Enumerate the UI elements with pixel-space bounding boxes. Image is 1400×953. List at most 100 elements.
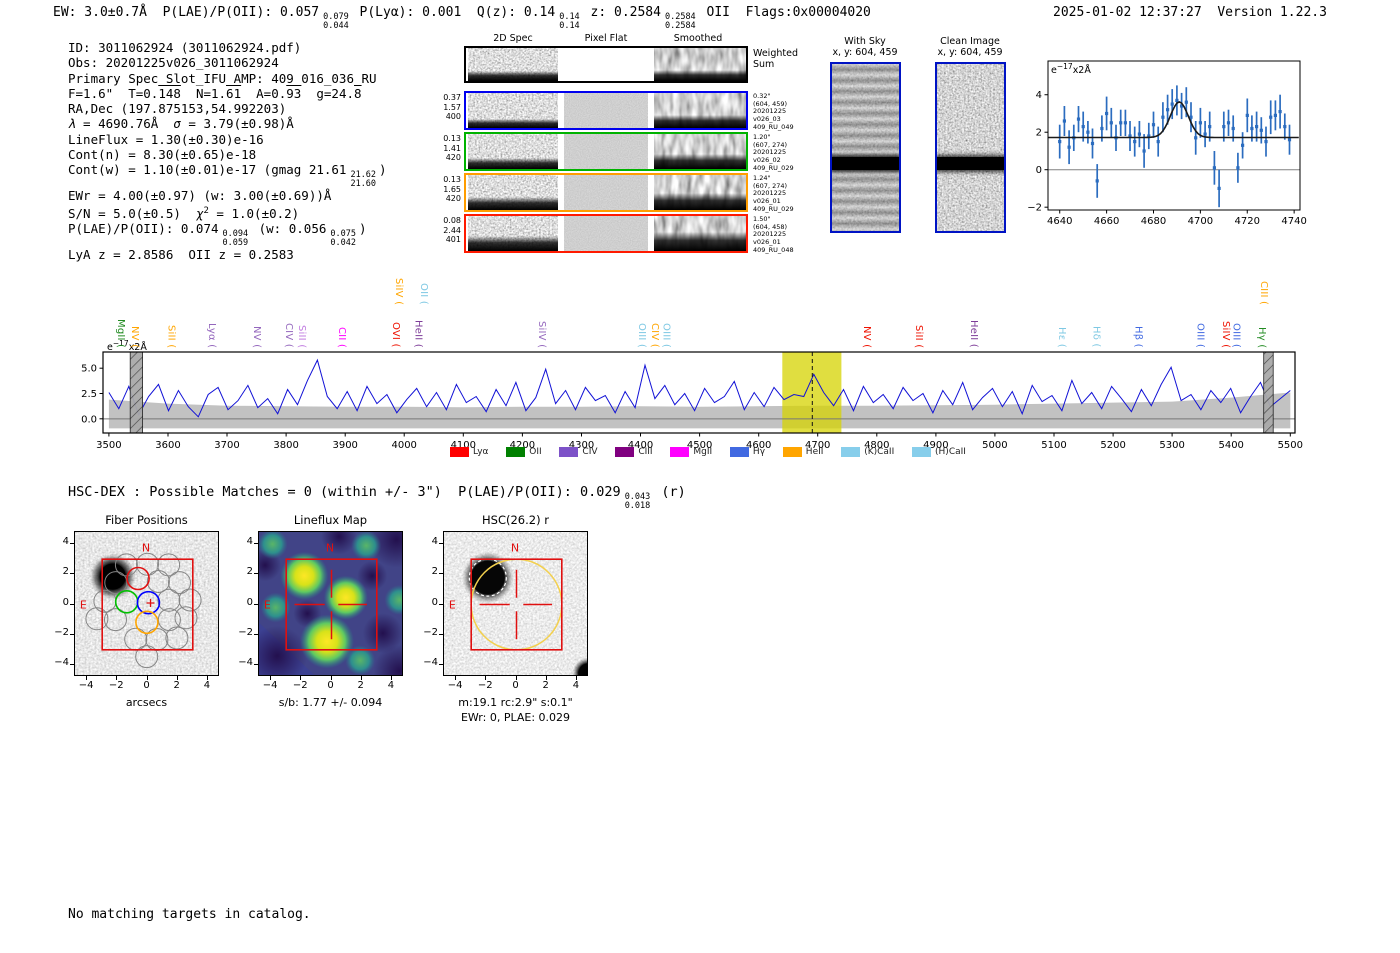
x-tick-label: 2 (357, 680, 364, 691)
svg-text:5300: 5300 (1159, 440, 1184, 451)
stacked-uncertainty: 0.079 0.044 (323, 12, 349, 31)
stacked-uncertainty: 0.043 0.018 (624, 492, 651, 511)
line-label: SiII ( (296, 324, 308, 348)
x-tick-label: −2 (477, 680, 493, 691)
svg-text:5500: 5500 (1278, 440, 1303, 451)
fiber-circle (165, 626, 189, 650)
fiber-circle (168, 571, 191, 595)
twod-row-left-labels: 0.08 2.44 401 (443, 216, 461, 245)
line-label: CIII ( (1257, 280, 1269, 305)
legend-swatch (841, 447, 861, 457)
legend-label: (K)CaII (864, 447, 895, 457)
corner-source-blob (572, 657, 587, 675)
twod-row (464, 46, 748, 83)
twod-row-left-labels: 0.37 1.57 400 (443, 93, 461, 122)
legend-item: Lyα (450, 447, 488, 457)
twod-cutout-title: Clean Image x, y: 604, 459 (937, 36, 1003, 58)
y-tick-label: 4 (246, 536, 253, 548)
fiber-circle (135, 645, 159, 669)
legend-label: MgII (693, 447, 713, 457)
legend-item: Hγ (729, 447, 766, 457)
y-tick-label: −2 (54, 626, 69, 638)
catalog-footer-note: No matching targets in catalog. Row inte… (68, 876, 311, 953)
legend-swatch (450, 447, 469, 457)
legend-swatch (912, 447, 932, 457)
report-timestamp-version: 2025-01-02 12:37:27 Version 1.22.3 (1053, 5, 1327, 20)
hsc-image-plot: NE (449, 542, 587, 675)
twod-cell (564, 48, 648, 81)
line-label: OIII ( (1194, 323, 1206, 348)
legend-swatch (670, 447, 690, 457)
inset-line-fit-chart: 4640 4660 4680 4700 4720 4740 −2 0 2 4 e−17x2Å (1020, 48, 1322, 236)
x-tick-label: 2 (173, 680, 180, 691)
svg-text:4740: 4740 (1281, 216, 1306, 227)
legend-item: MgII (670, 447, 712, 457)
info-line: ID: 3011062924 (3011062924.pdf) (68, 40, 302, 55)
legend-item: (K)CaII (841, 447, 894, 457)
svg-text:4660: 4660 (1094, 216, 1119, 227)
hsc-dex-match-line: HSC-DEX : Possible Matches = 0 (within +… (68, 484, 686, 511)
info-line: LyA z = 2.8586 OII z = 0.2583 (68, 247, 294, 263)
twod-cell (654, 175, 746, 210)
legend-swatch (615, 447, 635, 457)
svg-text:0.0: 0.0 (81, 414, 97, 425)
line-label: OIII ( (635, 323, 647, 348)
legend-label: Hγ (752, 447, 766, 457)
svg-text:2: 2 (1036, 128, 1042, 139)
center-plus-marker (146, 598, 155, 607)
masked-band (1263, 351, 1274, 434)
line-label: SiII ( (165, 324, 177, 348)
twod-row (464, 132, 748, 171)
fiber-panel-title: Fiber Positions (105, 513, 188, 527)
twod-row-left-labels: 0.13 1.65 420 (443, 175, 461, 204)
object-trace-band (937, 157, 1004, 170)
high-flux-blob (299, 614, 354, 669)
masked-band (129, 351, 143, 434)
twod-row-right-labels: 0.32" (604, 459) 20201225 v026_03 409_RU_049 (753, 92, 794, 131)
y-tick-label: 0 (62, 596, 69, 608)
line-label: Hγ ( (1256, 326, 1268, 348)
svg-text:4640: 4640 (1047, 216, 1072, 227)
twod-row (464, 214, 748, 253)
info-line: F=1.6" T=0.148 N=1.61 A=0.93 g=24.8 (68, 85, 362, 101)
svg-text:4720: 4720 (1235, 216, 1260, 227)
detection-info-block: ID: 3011062924 (3011062924.pdf) Obs: 2020… (68, 40, 387, 262)
flux-units-label: e−17x2Å (107, 340, 147, 353)
y-tick-label: 2 (62, 566, 69, 578)
north-label: N (142, 542, 150, 555)
legend-item: CIV (559, 447, 598, 457)
stacked-uncertainty: 0.094 0.059 (222, 229, 249, 248)
legend-label: CIII (638, 447, 653, 457)
fiber-positions-panel: NE (74, 531, 219, 676)
svg-text:3800: 3800 (273, 440, 298, 451)
svg-text:5400: 5400 (1218, 440, 1243, 451)
line-label: MgII ( (114, 318, 126, 348)
legend-swatch (506, 447, 526, 457)
y-tick-label: −2 (238, 626, 253, 638)
twod-col-header: 2D Spec (493, 33, 533, 44)
legend-label: CIV (582, 447, 598, 457)
fiber-positions-plot: NE (80, 542, 202, 669)
svg-text:4680: 4680 (1141, 216, 1166, 227)
stacked-uncertainty: 21.62 21.60 (350, 170, 377, 189)
x-tick-label: 4 (203, 680, 211, 691)
twod-cell (564, 93, 648, 128)
east-label: E (449, 598, 456, 611)
legend-item: CIII (615, 447, 653, 457)
svg-text:5.0: 5.0 (81, 364, 97, 375)
x-tick-label: −4 (262, 680, 278, 691)
svg-text:4: 4 (1036, 90, 1042, 101)
svg-text:4700: 4700 (1188, 216, 1213, 227)
line-label: CIV ( (283, 323, 295, 348)
legend-label: OII (529, 447, 542, 457)
twod-col-header: Smoothed (673, 33, 723, 44)
y-tick-label: 2 (431, 566, 438, 578)
elixer-report-page: EW: 3.0±0.7Å P(LAE)/P(OII): 0.057 0.079 0.… (0, 0, 1400, 953)
line-label: NV ( (250, 325, 262, 348)
twod-col-header: Pixel Flat (584, 33, 628, 44)
x-tick-label: −4 (78, 680, 94, 691)
line-label: OVI ( (390, 322, 402, 348)
info-line: P(LAE)/P(OII): 0.074 0.094 0.059 (w: 0.056… (68, 221, 367, 248)
svg-text:3500: 3500 (96, 440, 121, 451)
hsc-panel-title: HSC(26.2) r (482, 513, 549, 527)
